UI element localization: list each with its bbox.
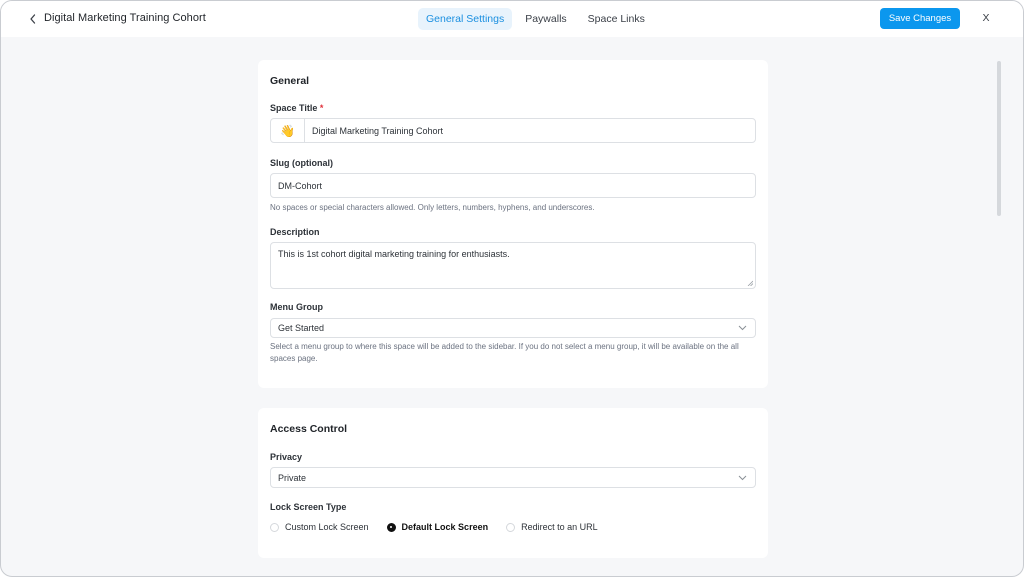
chevron-down-icon	[738, 475, 747, 480]
scrollbar-thumb[interactable]	[997, 61, 1001, 216]
space-title-label-text: Space Title	[270, 103, 318, 113]
slug-input[interactable]: DM-Cohort	[270, 173, 756, 198]
tab-paywalls[interactable]: Paywalls	[517, 8, 574, 30]
privacy-value: Private	[278, 472, 307, 483]
space-title-field: 👋 Digital Marketing Training Cohort	[270, 118, 756, 143]
save-changes-button[interactable]: Save Changes	[880, 8, 960, 29]
back-button[interactable]	[25, 11, 41, 27]
radio-custom-lock-screen[interactable]: Custom Lock Screen	[270, 522, 369, 532]
menu-group-label: Menu Group	[270, 302, 323, 312]
space-title-label: Space Title *	[270, 103, 323, 113]
lock-screen-type-radio-group: Custom Lock Screen Default Lock Screen R…	[270, 522, 616, 532]
description-textarea[interactable]: This is 1st cohort digital marketing tra…	[270, 242, 756, 289]
tab-bar: General Settings Paywalls Space Links	[418, 8, 653, 30]
tab-space-links[interactable]: Space Links	[580, 8, 653, 30]
radio-default-lock-screen[interactable]: Default Lock Screen	[386, 522, 489, 532]
required-marker: *	[319, 103, 324, 113]
access-control-card: Access Control Privacy Private Lock Scre…	[258, 408, 768, 558]
slug-help-text: No spaces or special characters allowed.…	[270, 203, 595, 212]
general-heading: General	[270, 75, 310, 87]
description-text: This is 1st cohort digital marketing tra…	[278, 249, 510, 259]
menu-group-help-text: Select a menu group to where this space …	[270, 342, 739, 363]
access-control-heading: Access Control	[270, 423, 348, 435]
emoji-picker-button[interactable]: 👋	[271, 119, 305, 142]
menu-group-value: Get Started	[278, 323, 325, 333]
chevron-left-icon	[30, 14, 36, 24]
settings-window: Digital Marketing Training Cohort Genera…	[0, 0, 1024, 577]
space-title-input[interactable]: Digital Marketing Training Cohort	[305, 126, 443, 136]
chevron-down-icon	[738, 325, 747, 331]
radio-button-checked[interactable]	[386, 522, 396, 532]
radio-label: Custom Lock Screen	[285, 522, 369, 532]
top-bar: Digital Marketing Training Cohort Genera…	[1, 1, 1023, 37]
lock-screen-type-label: Lock Screen Type	[270, 502, 347, 512]
resize-grip-icon[interactable]	[747, 280, 753, 286]
radio-button[interactable]	[270, 522, 279, 532]
close-button[interactable]: X	[979, 12, 993, 26]
page-title: Digital Marketing Training Cohort	[44, 12, 206, 24]
slug-label: Slug (optional)	[270, 158, 333, 168]
general-card: General Space Title * 👋 Digital Marketin…	[258, 60, 768, 388]
radio-label: Default Lock Screen	[401, 522, 489, 532]
menu-group-select[interactable]: Get Started	[270, 318, 756, 338]
tab-general-settings[interactable]: General Settings	[418, 8, 513, 30]
privacy-label: Privacy	[270, 452, 303, 462]
privacy-select[interactable]: Private	[270, 467, 756, 488]
radio-button[interactable]	[506, 522, 516, 532]
radio-redirect-to-url[interactable]: Redirect to an URL	[506, 522, 598, 532]
description-label: Description	[270, 227, 320, 237]
radio-label: Redirect to an URL	[521, 522, 598, 532]
waving-hand-emoji: 👋	[280, 123, 295, 138]
